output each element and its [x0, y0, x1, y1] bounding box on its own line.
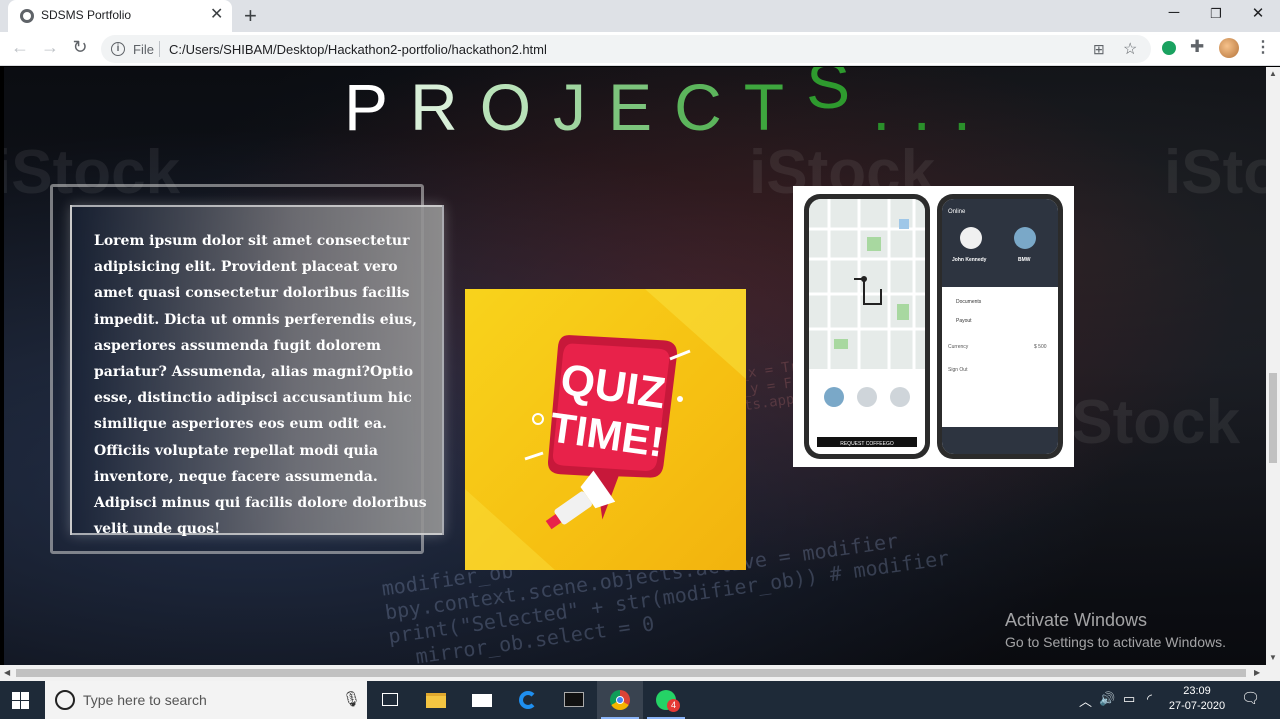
extensions-puzzle-icon[interactable]: ✚	[1190, 37, 1204, 57]
reload-icon[interactable]: ↻	[70, 37, 90, 58]
title-letter: S	[806, 67, 873, 122]
car-avatar	[1014, 227, 1036, 249]
title-letter: .	[952, 70, 994, 144]
mail-icon[interactable]	[459, 681, 505, 719]
menu-payout: Payout	[956, 318, 972, 324]
volume-icon[interactable]: 🔊	[1099, 691, 1115, 707]
whatsapp-icon[interactable]: 4	[643, 681, 689, 719]
title-letter: C	[674, 70, 744, 144]
task-view-icon[interactable]	[367, 681, 413, 719]
activate-subtitle: Go to Settings to activate Windows.	[1005, 634, 1226, 650]
clock-time: 23:09	[1183, 685, 1211, 697]
description-card: Lorem ipsum dolor sit amet consectetur a…	[70, 205, 444, 537]
wifi-icon[interactable]: ◜	[1147, 691, 1152, 707]
notifications-icon[interactable]: 🗨	[1241, 689, 1260, 707]
activate-title: Activate Windows	[1005, 610, 1148, 630]
windows-taskbar: Type here to search 🎙 4 ︿ 🔊 ▭ ◜ 23:09 27…	[0, 681, 1280, 719]
back-arrow-icon[interactable]: ←	[10, 37, 30, 58]
scroll-left-arrow-icon[interactable]: ◀	[4, 668, 10, 677]
edge-icon[interactable]	[505, 681, 551, 719]
ride-app-project-image[interactable]: REQUEST COFFEEGO Online John Kennedy BMW…	[793, 186, 1074, 467]
globe-icon	[20, 9, 34, 23]
watermark-mid-right: iStock	[1054, 388, 1241, 457]
taskbar-clock[interactable]: 23:09 27-07-2020	[1166, 684, 1228, 714]
clock-date: 27-07-2020	[1168, 700, 1226, 712]
menu-currency: Currency	[948, 344, 969, 350]
browser-tab-strip: SDSMS Portfolio ✕ + ─ ❐ ✕	[0, 0, 1280, 32]
title-letter: P	[344, 70, 411, 144]
status-text: Online	[948, 209, 966, 215]
horizontal-scroll-thumb[interactable]	[16, 669, 1246, 677]
tab-title: SDSMS Portfolio	[41, 8, 132, 22]
scroll-right-arrow-icon[interactable]: ▶	[1254, 668, 1260, 677]
page-title: PROJECTS...	[344, 67, 994, 145]
extension-green-icon[interactable]	[1162, 41, 1176, 55]
currency-value: $ 500	[1034, 344, 1047, 350]
title-letter: R	[410, 70, 480, 144]
taskbar-search[interactable]: Type here to search 🎙	[45, 681, 367, 719]
title-letter: O	[479, 70, 554, 144]
browser-toolbar: ← → ↻ i File C:/Users/SHIBAM/Desktop/Hac…	[0, 32, 1280, 66]
scroll-up-arrow-icon[interactable]: ▲	[1269, 69, 1277, 78]
info-icon[interactable]: i	[111, 42, 125, 56]
tray-chevron-icon[interactable]: ︿	[1079, 691, 1092, 710]
driver-avatar	[960, 227, 982, 249]
map-illustration: REQUEST COFFEEGO	[809, 199, 925, 454]
title-letter: T	[743, 70, 807, 144]
search-placeholder: Type here to search	[83, 692, 207, 708]
file-explorer-icon[interactable]	[413, 681, 459, 719]
microphone-icon[interactable]: 🎙	[342, 690, 361, 708]
battery-icon[interactable]: ▭	[1123, 691, 1135, 707]
horizontal-scrollbar[interactable]: ◀ ▶	[0, 665, 1280, 681]
driver-name: John Kennedy	[952, 257, 987, 263]
minimize-button[interactable]: ─	[1164, 4, 1184, 21]
translate-icon[interactable]: ⊞	[1093, 41, 1105, 58]
vertical-scrollbar[interactable]: ▲ ▼	[1266, 67, 1280, 665]
vertical-scroll-thumb[interactable]	[1269, 373, 1277, 463]
terminal-icon[interactable]	[551, 681, 597, 719]
close-window-button[interactable]: ✕	[1248, 4, 1268, 22]
bottom-nav	[942, 427, 1058, 454]
description-text: Lorem ipsum dolor sit amet consectetur a…	[94, 233, 427, 538]
menu-documents: Documents	[956, 299, 982, 305]
car-name: BMW	[1018, 257, 1031, 263]
windows-start-icon[interactable]	[12, 692, 29, 709]
chrome-icon[interactable]	[597, 681, 643, 719]
restore-button[interactable]: ❐	[1206, 6, 1226, 22]
close-tab-icon[interactable]: ✕	[210, 6, 223, 24]
address-bar[interactable]: i File C:/Users/SHIBAM/Desktop/Hackathon…	[101, 35, 1151, 63]
omnibox-separator	[159, 41, 160, 57]
browser-tab[interactable]: SDSMS Portfolio ✕	[8, 0, 232, 32]
browser-menu-icon[interactable]: ⋮	[1255, 37, 1271, 57]
title-letter: .	[912, 70, 953, 144]
new-tab-button[interactable]: +	[244, 3, 257, 29]
url-text[interactable]: C:/Users/SHIBAM/Desktop/Hackathon2-portf…	[169, 42, 547, 57]
title-letter: .	[872, 70, 913, 144]
menu-sign-out: Sign Out	[948, 367, 968, 373]
scroll-down-arrow-icon[interactable]: ▼	[1269, 653, 1277, 662]
page-viewport: modifier_ob bpy.context.scene.objects.ac…	[4, 67, 1266, 665]
profile-avatar[interactable]	[1219, 38, 1239, 58]
omnibox-file-label: File	[133, 42, 154, 57]
title-letter: E	[608, 70, 675, 144]
title-letter: J	[553, 70, 609, 144]
phone-profile-screen: Online John Kennedy BMW Documents Payout…	[937, 194, 1063, 459]
phone-map-screen: REQUEST COFFEEGO	[804, 194, 930, 459]
request-button-text: REQUEST COFFEEGO	[840, 441, 894, 447]
quiz-time-illustration: QUIZ TIME!	[465, 289, 746, 570]
forward-arrow-icon[interactable]: →	[40, 37, 60, 58]
cortana-icon	[55, 690, 75, 710]
watermark-right: iStock	[1164, 138, 1266, 207]
quiz-project-image[interactable]: QUIZ TIME!	[465, 289, 746, 570]
whatsapp-badge: 4	[667, 699, 680, 712]
windows-activation-notice: Activate Windows Go to Settings to activ…	[1005, 610, 1226, 650]
bookmark-star-icon[interactable]: ☆	[1123, 39, 1137, 59]
